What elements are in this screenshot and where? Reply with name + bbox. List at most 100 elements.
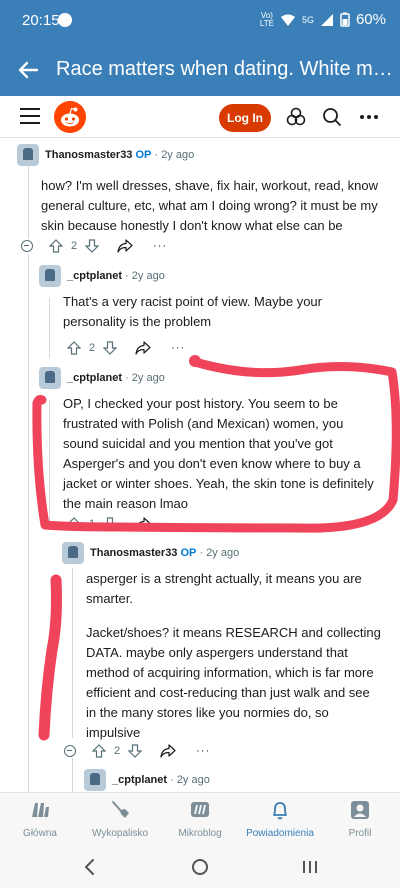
signal-icon [320, 13, 333, 26]
comment-line: how? I'm well dresses, shave, fix hair, … [41, 178, 379, 193]
share-icon[interactable] [160, 744, 176, 758]
more-icon[interactable]: ··· [171, 518, 185, 530]
comment-line: smarter. [86, 591, 133, 606]
comment-header: Thanosmaster33 OP · 2y ago [45, 149, 194, 161]
comment-time: · 2y ago [125, 372, 165, 384]
thread-line [49, 298, 50, 358]
vote-count: 2 [114, 745, 121, 757]
comment-header: _cptplanet · 2y ago [67, 270, 165, 282]
comment-actions: 2 ··· [21, 236, 167, 256]
share-icon[interactable] [117, 239, 133, 253]
system-home-icon[interactable] [191, 858, 209, 876]
comment-line: personality is the problem [63, 314, 212, 329]
avatar[interactable] [39, 265, 61, 287]
comment-body: asperger is a strenght actually, it mean… [86, 569, 396, 743]
system-navigation-bar [0, 848, 400, 888]
avatar[interactable] [39, 367, 61, 389]
author-name[interactable]: Thanosmaster33 [45, 149, 132, 161]
author-name[interactable]: Thanosmaster33 [90, 547, 177, 559]
upvote-icon[interactable] [67, 517, 81, 531]
nav-item-wykopalisko[interactable]: Wykopalisko [82, 799, 158, 839]
battery-level: 60% [355, 11, 386, 28]
nav-label: Wykopalisko [91, 828, 149, 839]
nav-item-mikroblog[interactable]: Mikroblog [162, 799, 238, 839]
more-icon[interactable]: ··· [171, 342, 185, 354]
comment-line: efficient and cost-reducing than just wa… [86, 685, 370, 700]
system-recents-icon[interactable] [301, 858, 319, 876]
search-icon[interactable] [321, 106, 343, 128]
comment-actions: 2 ··· [64, 741, 210, 761]
reddit-logo-icon[interactable] [54, 101, 86, 133]
battery-icon [340, 12, 350, 27]
collapse-icon[interactable] [64, 745, 76, 757]
nav-item-powiadomienia[interactable]: Powiadomienia [242, 799, 318, 839]
popular-icon[interactable] [285, 106, 307, 128]
home-icon [32, 803, 49, 817]
shovel-icon [112, 801, 129, 818]
author-name[interactable]: _cptplanet [67, 270, 122, 282]
comments-feed: Thanosmaster33 OP · 2y ago how? I'm well… [0, 138, 400, 792]
share-icon[interactable] [135, 341, 151, 355]
comment-line: in the many stores like you normies do, … [86, 705, 329, 720]
more-icon[interactable]: ··· [196, 745, 210, 757]
upvote-icon[interactable] [92, 744, 106, 758]
comment-line: Asperger's and you don't even know where… [63, 456, 361, 471]
comment-line: general culture, etc, what am I doing wr… [41, 198, 378, 213]
author-name[interactable]: _cptplanet [67, 372, 122, 384]
downvote-icon[interactable] [85, 239, 100, 253]
avatar[interactable] [84, 769, 106, 791]
downvote-icon[interactable] [103, 517, 118, 531]
menu-icon[interactable] [20, 108, 40, 126]
avatar[interactable] [62, 542, 84, 564]
upvote-icon[interactable] [67, 341, 81, 355]
bell-icon [273, 802, 287, 820]
volte-bottom: LTE [259, 18, 274, 28]
nav-label: Główna [23, 828, 57, 839]
comment-body: how? I'm well dresses, shave, fix hair, … [41, 176, 396, 236]
status-indicators: Vo) LTE 5G 60% [260, 11, 386, 28]
comment-actions: 2 ··· [67, 338, 185, 358]
more-options-icon[interactable] [358, 106, 380, 128]
comment-line: OP, I checked your post history. You see… [63, 396, 338, 411]
upvote-icon[interactable] [49, 239, 63, 253]
comment-header: _cptplanet · 2y ago [67, 372, 165, 384]
vote-count: 1 [89, 518, 96, 530]
downvote-icon[interactable] [103, 341, 118, 355]
volte-indicator: Vo) LTE [259, 11, 274, 28]
signal-type: 5G [301, 14, 314, 25]
login-button[interactable]: Log In [219, 104, 271, 132]
status-time: 20:15 [22, 12, 60, 29]
comment-line [86, 609, 396, 623]
bottom-navigation: Główna Wykopalisko Mikroblog Powiadomien… [0, 792, 400, 848]
wifi-icon [280, 14, 295, 26]
op-badge: OP [135, 149, 152, 161]
comment-line: Jacket/shoes? it means RESEARCH and coll… [86, 625, 381, 640]
comment-time: · 2y ago [154, 149, 195, 161]
comment-line: method of acquiring information, which i… [86, 665, 374, 680]
nav-item-glowna[interactable]: Główna [2, 799, 78, 839]
thread-line [72, 568, 73, 738]
nav-label: Powiadomienia [246, 828, 314, 839]
comment-time: · 2y ago [199, 547, 240, 559]
vote-count: 2 [89, 342, 96, 354]
thread-line [28, 164, 29, 239]
back-arrow-icon[interactable] [12, 54, 44, 86]
share-icon[interactable] [135, 517, 151, 531]
downvote-icon[interactable] [128, 744, 143, 758]
collapse-icon[interactable] [21, 240, 33, 252]
comment-body: That's a very racist point of view. Mayb… [63, 292, 393, 332]
vote-count: 2 [71, 240, 78, 252]
comment-header: _cptplanet · 2y ago [112, 774, 210, 786]
op-badge: OP [180, 547, 197, 559]
thread-line [72, 758, 73, 792]
system-back-icon[interactable] [82, 858, 98, 876]
avatar[interactable] [17, 144, 39, 166]
comment-line: jacket or winter shoes. Yeah, the skin t… [63, 476, 374, 491]
nav-label: Profil [348, 828, 372, 839]
nav-item-profil[interactable]: Profil [322, 799, 398, 839]
comment-time: · 2y ago [170, 774, 210, 786]
more-icon[interactable]: ··· [153, 240, 167, 252]
author-name[interactable]: _cptplanet [112, 774, 167, 786]
reddit-header: Log In [0, 96, 400, 138]
comment-line: That's a very racist point of view. Mayb… [63, 294, 322, 309]
